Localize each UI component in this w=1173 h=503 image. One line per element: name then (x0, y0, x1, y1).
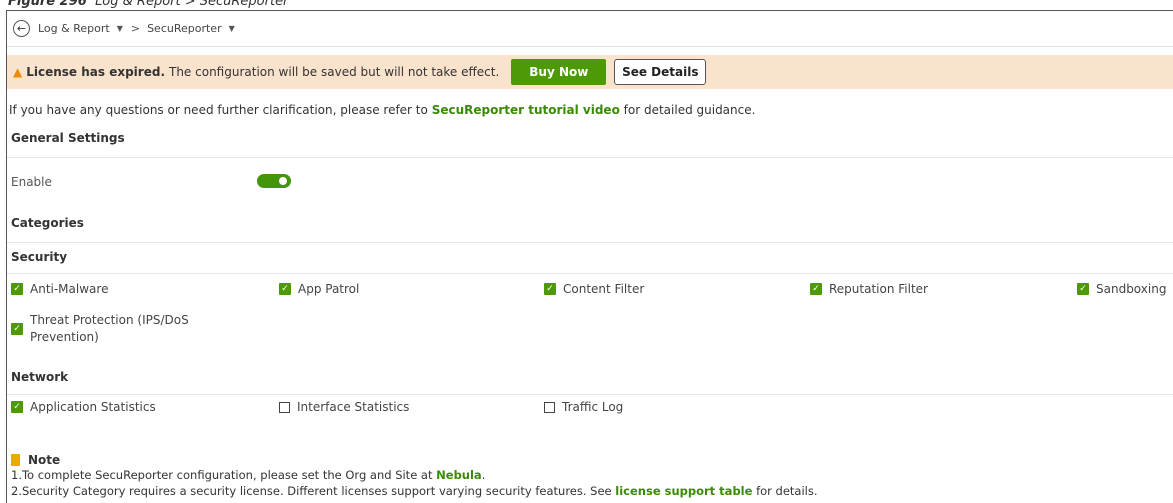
help-suffix: for detailed guidance. (623, 103, 756, 117)
divider (7, 242, 1173, 243)
warning-icon: ▲ (13, 65, 23, 79)
note-icon (11, 454, 20, 466)
note-line-1: 1.To complete SecuReporter configuration… (11, 468, 485, 482)
note-title-text: Note (28, 453, 61, 467)
checkbox-label: Anti-Malware (30, 282, 109, 296)
help-prefix: If you have any questions or need furthe… (9, 103, 428, 117)
breadcrumb-label: Log & Report (38, 22, 110, 35)
checkbox-interface-statistics[interactable]: Interface Statistics (279, 400, 409, 414)
enable-toggle[interactable] (257, 174, 291, 188)
checkbox-label: Reputation Filter (829, 282, 928, 296)
checkbox-checked-icon[interactable]: ✓ (11, 323, 23, 335)
note-text: for details. (756, 484, 818, 498)
figure-caption: Figure 296 Log & Report > SecuReporter (8, 0, 288, 9)
note-line-2: 2.Security Category requires a security … (11, 484, 818, 498)
divider (7, 394, 1173, 395)
note-text: . (481, 468, 486, 482)
figure-label: Figure 296 (8, 0, 87, 9)
banner-strong-text: License has expired. (26, 65, 165, 79)
nebula-link[interactable]: Nebula (436, 468, 482, 482)
checkbox-app-patrol[interactable]: ✓ App Patrol (279, 282, 359, 296)
checkbox-anti-malware[interactable]: ✓ Anti-Malware (11, 282, 108, 296)
security-title: Security (11, 250, 68, 264)
checkbox-checked-icon[interactable]: ✓ (1077, 283, 1089, 295)
divider (7, 157, 1173, 158)
help-text: If you have any questions or need furthe… (9, 103, 755, 117)
checkbox-label: Content Filter (563, 282, 645, 296)
tutorial-video-link[interactable]: SecuReporter tutorial video (432, 103, 620, 117)
see-details-button[interactable]: See Details (614, 59, 707, 85)
breadcrumb-item-secureporter[interactable]: SecuReporter ▼ (147, 22, 243, 35)
breadcrumb-label: SecuReporter (147, 22, 222, 35)
categories-title: Categories (11, 216, 84, 230)
enable-label: Enable (11, 175, 52, 189)
checkbox-label: Threat Protection (IPS/DoS Prevention) (30, 313, 189, 344)
breadcrumb-separator: > (130, 22, 141, 35)
breadcrumb-item-log-report[interactable]: Log & Report ▼ (38, 22, 131, 35)
secureporter-page: ← Log & Report ▼ > SecuReporter ▼ ▲ Lice… (6, 10, 1173, 503)
divider (7, 273, 1173, 274)
checkbox-reputation-filter[interactable]: ✓ Reputation Filter (810, 282, 928, 296)
general-settings-title: General Settings (11, 131, 125, 145)
checkbox-label: Application Statistics (30, 400, 156, 414)
checkbox-unchecked-icon[interactable] (544, 401, 555, 413)
network-title: Network (11, 370, 69, 384)
checkbox-checked-icon[interactable]: ✓ (810, 283, 822, 295)
note-title: Note (11, 453, 60, 467)
checkbox-label: Traffic Log (562, 400, 624, 414)
checkbox-content-filter[interactable]: ✓ Content Filter (544, 282, 644, 296)
license-expired-banner: ▲ License has expired. The configuration… (7, 55, 1173, 89)
breadcrumb: ← Log & Report ▼ > SecuReporter ▼ (7, 11, 1173, 47)
checkbox-label: Sandboxing (1096, 282, 1167, 296)
checkbox-traffic-log[interactable]: Traffic Log (544, 400, 623, 414)
back-arrow-icon[interactable]: ← (13, 20, 30, 37)
checkbox-label: Interface Statistics (297, 400, 410, 414)
checkbox-unchecked-icon[interactable] (279, 401, 290, 413)
license-support-table-link[interactable]: license support table (615, 484, 752, 498)
figure-title: Log & Report > SecuReporter (95, 0, 289, 9)
checkbox-label: App Patrol (298, 282, 360, 296)
toggle-knob (279, 177, 287, 185)
caret-down-icon[interactable]: ▼ (229, 24, 235, 33)
buy-now-button[interactable]: Buy Now (511, 59, 607, 85)
note-text: 2.Security Category requires a security … (11, 484, 612, 498)
banner-message: The configuration will be saved but will… (169, 65, 500, 79)
checkbox-application-statistics[interactable]: ✓ Application Statistics (11, 400, 156, 414)
checkbox-checked-icon[interactable]: ✓ (279, 283, 291, 295)
checkbox-checked-icon[interactable]: ✓ (11, 283, 23, 295)
checkbox-threat-protection[interactable]: ✓ Threat Protection (IPS/DoS Prevention) (11, 312, 220, 346)
caret-down-icon[interactable]: ▼ (117, 24, 123, 33)
checkbox-sandboxing[interactable]: ✓ Sandboxing (1077, 282, 1166, 296)
checkbox-checked-icon[interactable]: ✓ (544, 283, 556, 295)
note-text: 1.To complete SecuReporter configuration… (11, 468, 433, 482)
checkbox-checked-icon[interactable]: ✓ (11, 401, 23, 413)
